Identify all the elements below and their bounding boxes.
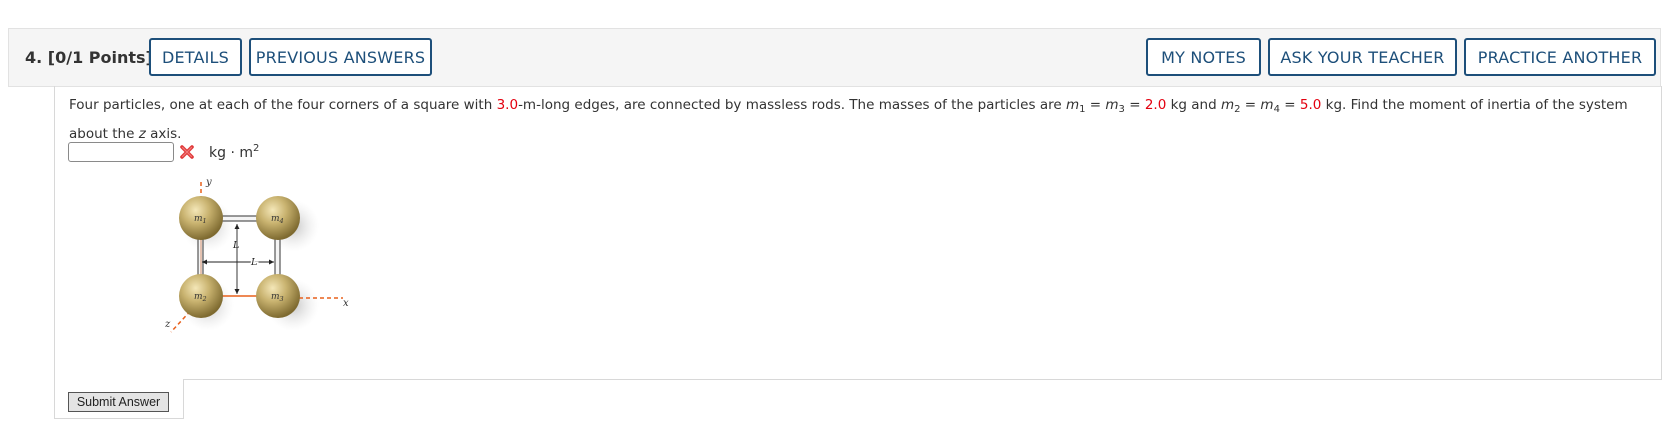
particle-m2: m2 — [179, 274, 223, 318]
question-header: 4. [0/1 Points] DETAILS PREVIOUS ANSWERS… — [8, 28, 1661, 87]
particle-m3: m3 — [256, 274, 300, 318]
incorrect-x-icon — [180, 145, 194, 159]
submit-answer-button[interactable]: Submit Answer — [68, 392, 169, 412]
mass-24-value: 5.0 — [1299, 97, 1322, 113]
answer-units: kg · m2 — [209, 143, 260, 161]
particle-m1: m1 — [179, 196, 223, 240]
question-number: 4. — [25, 48, 43, 67]
y-axis-label: y — [205, 177, 212, 188]
edge-length-value: 3.0 — [496, 97, 519, 113]
my-notes-button[interactable]: MY NOTES — [1146, 38, 1261, 76]
x-axis-label: x — [343, 298, 349, 309]
ask-your-teacher-button[interactable]: ASK YOUR TEACHER — [1268, 38, 1457, 76]
vertical-L-label: L — [232, 240, 239, 251]
mass-13-value: 2.0 — [1144, 97, 1167, 113]
practice-another-button[interactable]: PRACTICE ANOTHER — [1464, 38, 1656, 76]
particle-m4: m4 — [256, 196, 300, 240]
details-button[interactable]: DETAILS — [149, 38, 242, 76]
square-particles-figure: y x z L L m1 m4 m2 m3 — [165, 177, 349, 333]
horizontal-L-label: L — [250, 257, 257, 268]
previous-answers-button[interactable]: PREVIOUS ANSWERS — [249, 38, 432, 76]
answer-input[interactable] — [68, 142, 174, 162]
z-axis-label: z — [165, 319, 171, 330]
question-text: Four particles, one at each of the four … — [69, 97, 1628, 142]
question-title: 4. [0/1 Points] — [25, 48, 153, 67]
question-points: [0/1 Points] — [47, 48, 153, 67]
